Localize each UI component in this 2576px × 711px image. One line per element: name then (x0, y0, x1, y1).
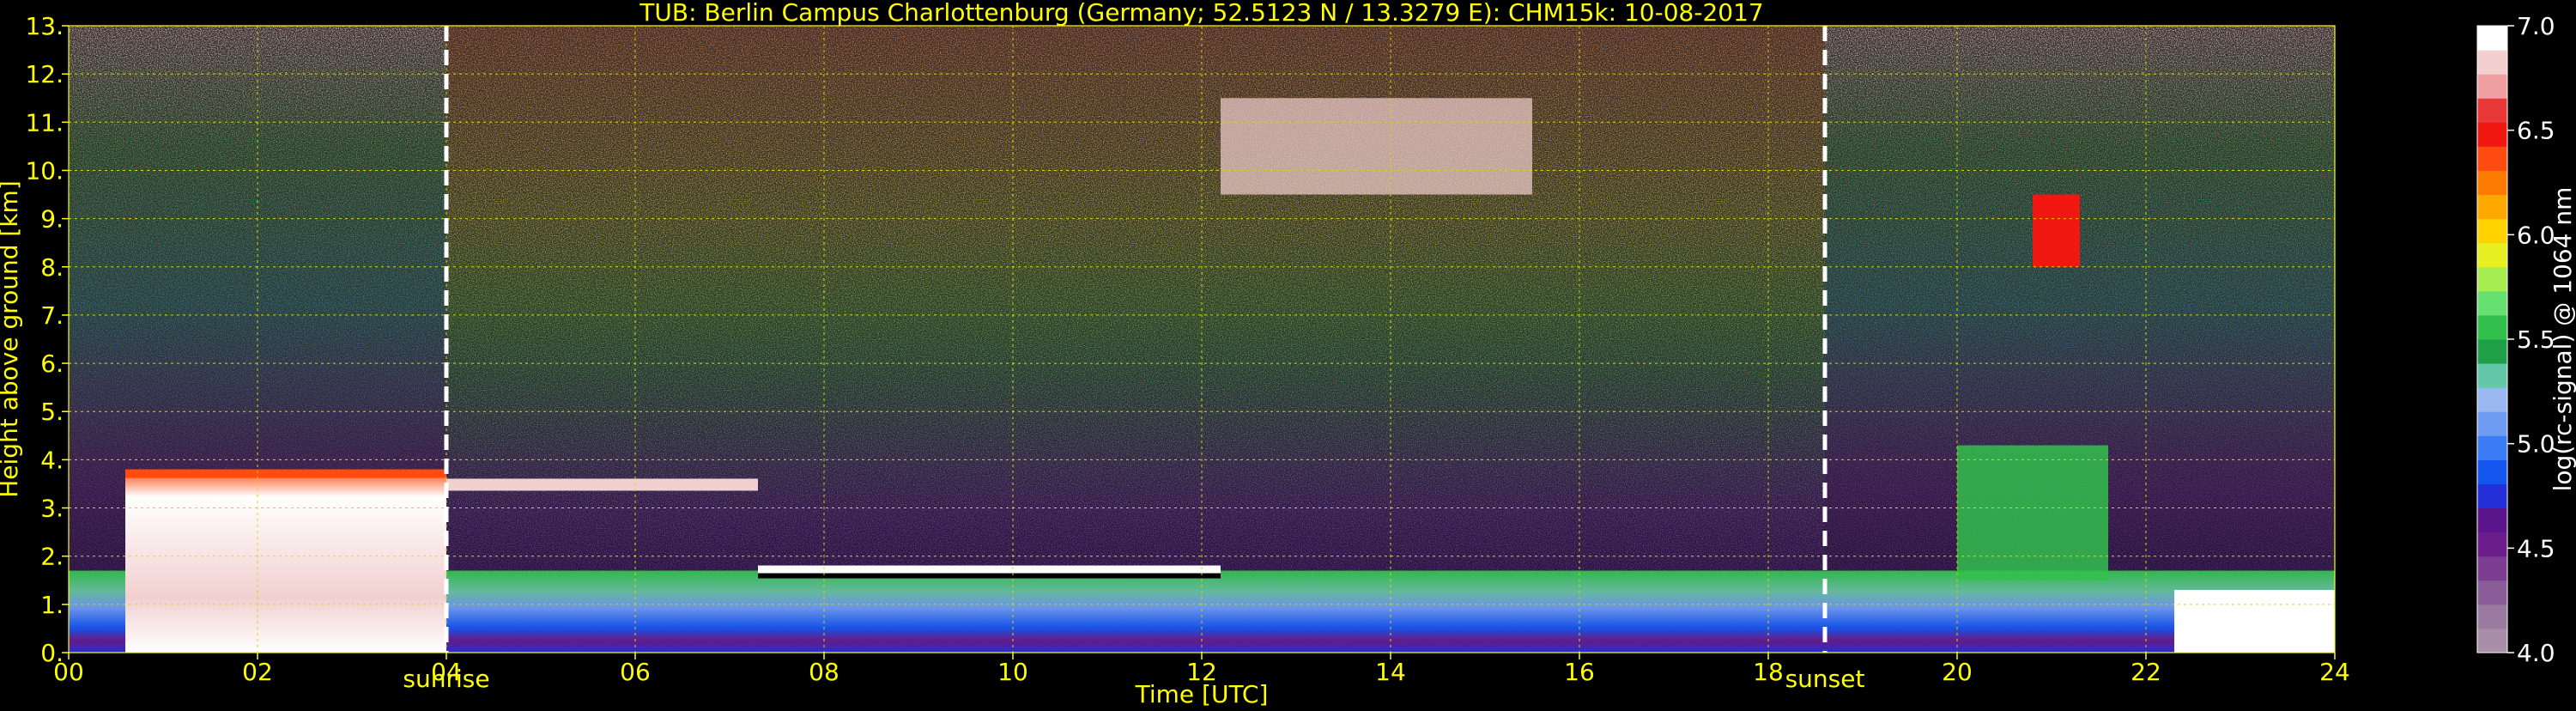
colorbar-tick-label: 4.0 (2517, 639, 2555, 667)
colorbar-band (2477, 290, 2507, 316)
colorbar-label: log(rc-signal) @ 1064 nm (2549, 187, 2576, 492)
feature-cirrus (1221, 98, 1532, 195)
colorbar-band (2477, 74, 2507, 99)
colorbar-band (2477, 411, 2507, 436)
colorbar-tick-label: 7.0 (2517, 12, 2555, 40)
y-tick-label: 12. (25, 60, 64, 88)
colorbar-band (2477, 507, 2507, 533)
y-tick-label: 11. (25, 108, 64, 137)
colorbar-band (2477, 26, 2507, 51)
colorbar-tick-label: 4.5 (2517, 534, 2555, 562)
colorbar-band (2477, 483, 2507, 509)
colorbar-band (2477, 363, 2507, 388)
y-tick-label: 10. (25, 156, 64, 185)
y-tick-label: 3. (40, 495, 64, 523)
colorbar-band (2477, 266, 2507, 292)
colorbar-band (2477, 604, 2507, 629)
colorbar-band (2477, 314, 2507, 340)
colorbar-tick-label: 6.5 (2517, 117, 2555, 145)
x-tick-label: 22 (2131, 658, 2161, 686)
y-tick-label: 7. (40, 301, 64, 330)
y-tick-label: 4. (40, 446, 64, 474)
feature-convective-clouds (1957, 445, 2108, 580)
feature-dense-low-cloud-top-edge (125, 469, 446, 478)
y-tick-label: 6. (40, 349, 64, 378)
feature-low-cloud-with-precipitation (2174, 590, 2335, 653)
y-tick-label: 9. (40, 205, 64, 234)
colorbar-band (2477, 146, 2507, 171)
x-tick-label: 20 (1942, 658, 1973, 686)
y-tick-label: 8. (40, 253, 64, 282)
y-tick-label: 13. (25, 12, 64, 40)
x-tick-label: 18 (1753, 658, 1784, 686)
y-tick-label: 5. (40, 398, 64, 426)
colorbar-band (2477, 556, 2507, 581)
day-noise (446, 26, 1825, 653)
feature-elevated-aerosol-layer (446, 478, 758, 491)
x-axis-label: Time [UTC] (1135, 680, 1269, 708)
colorbar-band (2477, 628, 2507, 653)
lidar-quicklook-figure: 00 02 04 06 08 10 12 14 16 18 20 22 24 0. 1. 2. 3. 4. 5. 6… (0, 0, 2576, 708)
colorbar-band (2477, 50, 2507, 75)
colorbar-band (2477, 580, 2507, 605)
x-tick-label: 16 (1564, 658, 1595, 686)
colorbar-band (2477, 218, 2507, 244)
colorbar-band (2477, 435, 2507, 460)
event-label-sunrise: sunrise (403, 665, 489, 693)
event-label-sunset: sunset (1785, 665, 1865, 693)
feature-high-cloud (2033, 194, 2080, 267)
colorbar-band (2477, 98, 2507, 123)
chart-title: TUB: Berlin Campus Charlottenburg (Germa… (639, 0, 1763, 27)
y-tick-label: 2. (40, 543, 64, 571)
x-tick-label: 24 (2319, 658, 2350, 686)
x-tick-label: 14 (1375, 658, 1406, 686)
colorbar-band (2477, 459, 2507, 484)
y-tick-label: 1. (40, 591, 64, 619)
feature-boundary-layer-top (758, 565, 1221, 574)
x-tick-label: 08 (809, 658, 839, 686)
colorbar-band (2477, 242, 2507, 268)
colorbar: 4.04.55.05.56.06.57.0 log(rc-signal) @ 1… (2476, 12, 2576, 667)
x-tick-label: 02 (242, 658, 273, 686)
colorbar-band (2477, 122, 2507, 147)
colorbar-band (2477, 170, 2507, 196)
colorbar-band (2477, 339, 2507, 364)
feature-dense-low-cloud (125, 469, 446, 653)
chart-svg: 00 02 04 06 08 10 12 14 16 18 20 22 24 0.1.2.3.4.5.6… (0, 0, 2576, 708)
plot-area (69, 26, 2335, 653)
colorbar-band (2477, 387, 2507, 412)
feature-boundary-layer-edge (758, 573, 1221, 579)
y-axis-label: Height above ground [km] (0, 180, 23, 498)
colorbar-band (2477, 194, 2507, 220)
x-tick-label: 10 (997, 658, 1028, 686)
y-tick-label: 0. (40, 639, 64, 667)
colorbar-band (2477, 532, 2507, 557)
x-tick-label: 06 (620, 658, 651, 686)
